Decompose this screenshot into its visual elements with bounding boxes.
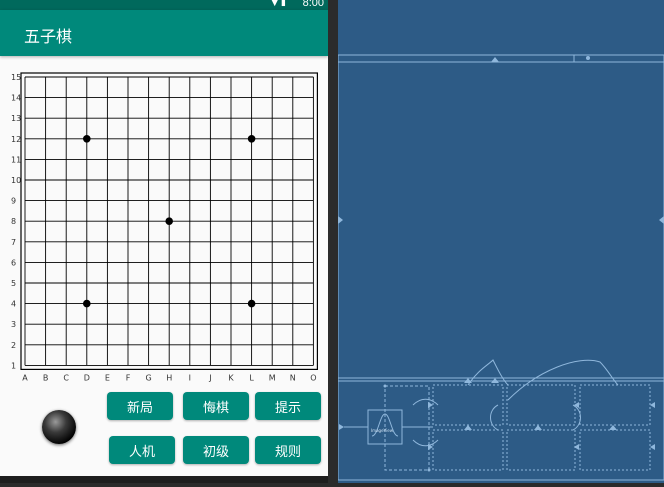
row-label: 5 [11, 279, 16, 288]
row-label: 2 [11, 341, 16, 350]
col-label: F [126, 373, 131, 382]
col-label: B [43, 373, 49, 382]
app-title: 五子棋 [24, 27, 73, 46]
row-label: 3 [11, 320, 16, 329]
star-point [247, 135, 256, 143]
star-point [83, 299, 91, 308]
col-label: K [228, 373, 234, 382]
row-label: 6 [11, 258, 16, 267]
blueprint-anchors [338, 56, 664, 472]
row-label: 13 [11, 114, 21, 123]
col-label: G [145, 373, 151, 382]
row-label: 8 [11, 217, 16, 226]
app-bar: 五子棋 [0, 10, 328, 56]
row-label: 1 [11, 361, 16, 370]
star-point [165, 217, 173, 225]
col-label: H [166, 373, 172, 382]
hint-button[interactable]: 提示 [255, 392, 321, 420]
col-label: M [269, 373, 276, 382]
level-button[interactable]: 初级 [183, 436, 249, 464]
row-label: 4 [11, 300, 16, 309]
row-label: 9 [11, 197, 16, 206]
vs-ai-button[interactable]: 人机 [109, 436, 175, 464]
blueprint-button-rules[interactable] [579, 429, 651, 471]
new-game-button[interactable]: 新局 [107, 392, 173, 420]
gomoku-board[interactable]: 123456789101112131415 ABCDEFGHIJKLMNO [0, 60, 328, 385]
col-labels: A B C D E F G H I J K L M N O [22, 373, 316, 382]
col-label: D [84, 373, 90, 382]
blueprint-button-new[interactable] [432, 384, 504, 426]
blueprint-imageview-label: ImageView [371, 428, 394, 433]
row-label: 15 [11, 73, 21, 82]
col-label: I [189, 373, 191, 382]
col-label: C [63, 373, 69, 382]
blueprint-button-ai[interactable] [432, 429, 504, 471]
row-label: 14 [11, 94, 21, 103]
star-point [83, 135, 91, 143]
row-label: 12 [11, 135, 21, 144]
row-label: 11 [11, 155, 21, 164]
col-label: O [310, 373, 316, 382]
col-label: E [105, 373, 110, 382]
col-label: N [290, 373, 296, 382]
col-label: J [208, 373, 211, 382]
rules-button[interactable]: 规则 [255, 436, 321, 464]
blueprint-button-level[interactable] [506, 429, 576, 471]
phone-bottom-edge [0, 476, 328, 483]
col-label: A [22, 373, 28, 382]
blueprint-button-hint[interactable] [579, 384, 651, 426]
status-icons: ▼ ▮ [271, 0, 286, 8]
current-stone-icon[interactable] [42, 410, 76, 444]
undo-button[interactable]: 悔棋 [183, 392, 249, 420]
status-time: 8:00 [302, 0, 324, 9]
blueprint-canvas: ImageView [337, 54, 664, 481]
phone-preview: ▼ ▮ 8:00 五子棋 1 2 3 4 5 6 7 8 9 10 11 12 13 14 15 ABCDE… [0, 0, 328, 483]
row-label: 7 [11, 238, 16, 247]
status-bar: ▼ ▮ 8:00 [0, 0, 328, 10]
blueprint-root-bounds [337, 54, 664, 481]
row-label: 10 [11, 176, 21, 185]
blueprint-panel[interactable]: ImageView [337, 0, 664, 483]
star-point [247, 299, 256, 308]
board-background [0, 60, 328, 385]
panel-divider [328, 0, 338, 483]
col-label: L [249, 373, 254, 382]
